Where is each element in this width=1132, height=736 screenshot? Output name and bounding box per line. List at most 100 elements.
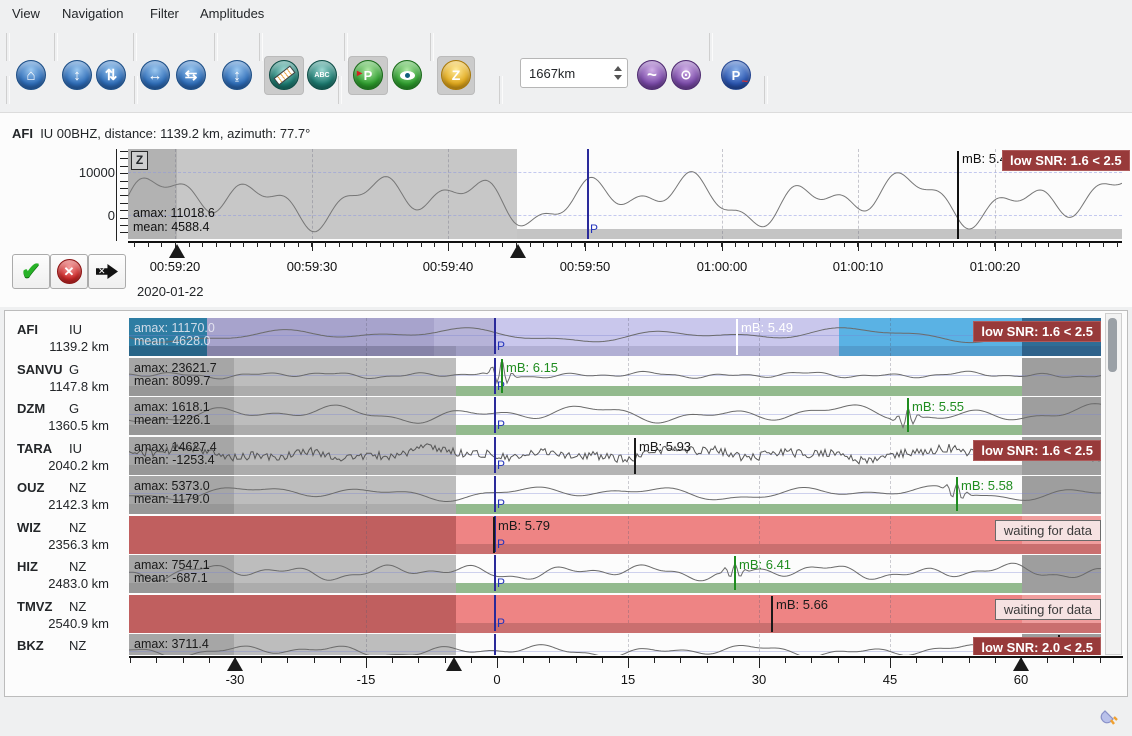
axis-minor-tick — [261, 658, 262, 663]
trace-row[interactable]: TMVZNZ2540.9 kmPmB: 5.66waiting for data — [5, 595, 1105, 633]
axis-minor-tick — [654, 658, 655, 663]
axis-major-tick — [628, 658, 629, 668]
time-axis-minor-tick — [1062, 242, 1063, 247]
station-code: TARA — [17, 441, 52, 456]
trace-area[interactable]: amax: 11170.0mean: 4628.0PmB: 5.49low SN… — [129, 318, 1101, 356]
axis-minor-tick — [392, 658, 393, 663]
trace-row[interactable]: TARAIU2040.2 kmamax: 14627.4mean: -1253.… — [5, 437, 1105, 475]
toolbar-handle — [6, 76, 10, 104]
menu-navigation[interactable]: Navigation — [62, 6, 123, 21]
trace-row[interactable]: HIZNZ2483.0 kmamax: 7547.1mean: -687.1Pm… — [5, 555, 1105, 593]
main-toolbar: ⌂ ↕ ⇅ ↔ ⇆ ↨ ABC ▸ P Z 1667km ~ ⊙ P ~ — [0, 27, 1132, 68]
menu-amplitudes[interactable]: Amplitudes — [200, 6, 264, 21]
trace-area[interactable]: amax: 1618.1mean: 1226.1 PmB: 5.55 — [129, 397, 1101, 435]
time-axis-minor-tick — [748, 242, 749, 247]
axis-minor-tick — [969, 658, 970, 663]
processed-strip-red — [456, 544, 1101, 554]
axis-minor-tick — [1073, 658, 1074, 663]
time-axis-minor-tick — [1089, 242, 1090, 247]
axis-major-tick — [890, 658, 891, 668]
time-window-marker[interactable] — [510, 244, 526, 258]
time-axis-major-tick — [585, 242, 586, 251]
trace-row[interactable]: BKZNZamax: 3711.4Plow SNR: 2.0 < 2.5 — [5, 634, 1105, 655]
time-axis-major-tick — [448, 242, 449, 251]
trace-row[interactable]: AFIIU1139.2 kmamax: 11170.0mean: 4628.0P… — [5, 318, 1105, 356]
p-pick-label: P — [497, 458, 505, 472]
p-pick-label: P — [497, 418, 505, 432]
time-axis-minor-tick — [366, 242, 367, 247]
date-label: 2020-01-22 — [137, 284, 204, 299]
mb-pick-line — [771, 596, 773, 632]
axis-minor-tick — [314, 658, 315, 663]
trace-row[interactable]: WIZNZ2356.3 kmPmB: 5.79waiting for data — [5, 516, 1105, 554]
station-distance: 2540.9 km — [17, 616, 109, 631]
axis-label: 30 — [724, 672, 794, 687]
toolbar-separator — [344, 33, 348, 61]
y-axis-tick — [120, 173, 128, 174]
skip-trace-button[interactable]: ✕ — [88, 254, 126, 289]
time-axis-minor-tick — [666, 242, 667, 247]
axis-minor-tick — [549, 658, 550, 663]
menu-view[interactable]: View — [12, 6, 40, 21]
scrollbar-thumb[interactable] — [1108, 318, 1117, 372]
time-axis-minor-tick — [161, 242, 162, 247]
trace-area[interactable]: amax: 14627.4mean: -1253.4PmB: 5.93low S… — [129, 437, 1101, 475]
amax-label: amax: 1618.1 — [134, 400, 210, 414]
low-snr-badge: low SNR: 1.6 < 2.5 — [1002, 150, 1130, 171]
time-window-marker[interactable] — [169, 244, 185, 258]
vertical-scrollbar[interactable] — [1105, 313, 1122, 655]
mb-value-label: mB: 5.55 — [912, 399, 964, 414]
time-window-marker[interactable] — [227, 657, 243, 671]
time-axis-minor-tick — [980, 242, 981, 247]
time-axis-minor-tick — [257, 242, 258, 247]
axis-minor-tick — [183, 658, 184, 663]
station-record-list: AFIIU1139.2 kmamax: 11170.0mean: 4628.0P… — [4, 310, 1128, 697]
zoom-trace-plot[interactable]: 100000Zamax: 11018.6mean: 4588.4PmB: 5.4… — [0, 146, 1132, 307]
axis-minor-tick — [995, 658, 996, 663]
y-axis-label-upper: 10000 — [60, 165, 115, 180]
p-pick-label: P — [497, 537, 505, 551]
y-axis-tick — [120, 203, 128, 204]
time-window-marker[interactable] — [1013, 657, 1029, 671]
mb-value-label: mB: 6.41 — [739, 557, 791, 572]
menu-filter[interactable]: Filter — [150, 6, 179, 21]
trace-row[interactable]: SANVUG1147.8 kmamax: 23621.7mean: 8099.7… — [5, 358, 1105, 396]
time-axis-minor-tick — [298, 242, 299, 247]
trace-area[interactable]: PmB: 5.79waiting for data — [129, 516, 1101, 554]
mb-value-label: mB: 5.93 — [639, 439, 691, 454]
mean-label: mean: 1226.1 — [134, 413, 210, 427]
toolbar-separator — [338, 76, 342, 104]
trace-row[interactable]: OUZNZ2142.3 kmamax: 5373.0mean: 1179.0Pm… — [5, 476, 1105, 514]
trace-area[interactable]: amax: 7547.1mean: -687.1PmB: 6.41 — [129, 555, 1101, 593]
p-pick-label: P — [497, 576, 505, 590]
amax-label: amax: 11170.0 — [134, 321, 215, 335]
trace-area[interactable]: PmB: 5.66waiting for data — [129, 595, 1101, 633]
trace-row[interactable]: DZMG1360.5 kmamax: 1618.1mean: 1226.1PmB… — [5, 397, 1105, 435]
mean-label: mean: 4628.0 — [134, 334, 210, 348]
station-code: DZM — [17, 401, 45, 416]
trace-area[interactable]: amax: 23621.7mean: 8099.7PmB: 6.15 — [129, 358, 1101, 396]
time-axis-label: 00:59:20 — [140, 259, 210, 274]
reject-amplitude-button[interactable]: ✕ — [50, 254, 88, 289]
menu-bar: View Navigation Filter Amplitudes — [0, 0, 1132, 27]
axis-label: 0 — [462, 672, 532, 687]
component-z-box: Z — [131, 151, 148, 170]
waiting-for-data-badge: waiting for data — [995, 599, 1101, 620]
axis-minor-tick — [287, 658, 288, 663]
mb-value-label: mB: 5.58 — [961, 478, 1013, 493]
p-pick-line — [494, 397, 496, 433]
time-axis-minor-tick — [680, 242, 681, 247]
y-axis-tick — [120, 181, 128, 182]
amax-label: amax: 23621.7 — [134, 361, 217, 375]
amax-label: amax: 5373.0 — [134, 479, 210, 493]
trace-area[interactable]: amax: 3711.4Plow SNR: 2.0 < 2.5 — [129, 634, 1101, 655]
station-waveform — [129, 437, 1101, 475]
station-waveform — [129, 358, 1101, 396]
trace-area[interactable]: amax: 5373.0mean: 1179.0PmB: 5.58 — [129, 476, 1101, 514]
axis-minor-tick — [576, 658, 577, 663]
time-axis-minor-tick — [352, 242, 353, 247]
time-window-marker[interactable] — [446, 657, 462, 671]
axis-minor-tick — [942, 658, 943, 663]
accept-amplitude-button[interactable]: ✔ — [12, 254, 50, 289]
header-details: IU 00BHZ, distance: 1139.2 km, azimuth: … — [40, 126, 310, 141]
